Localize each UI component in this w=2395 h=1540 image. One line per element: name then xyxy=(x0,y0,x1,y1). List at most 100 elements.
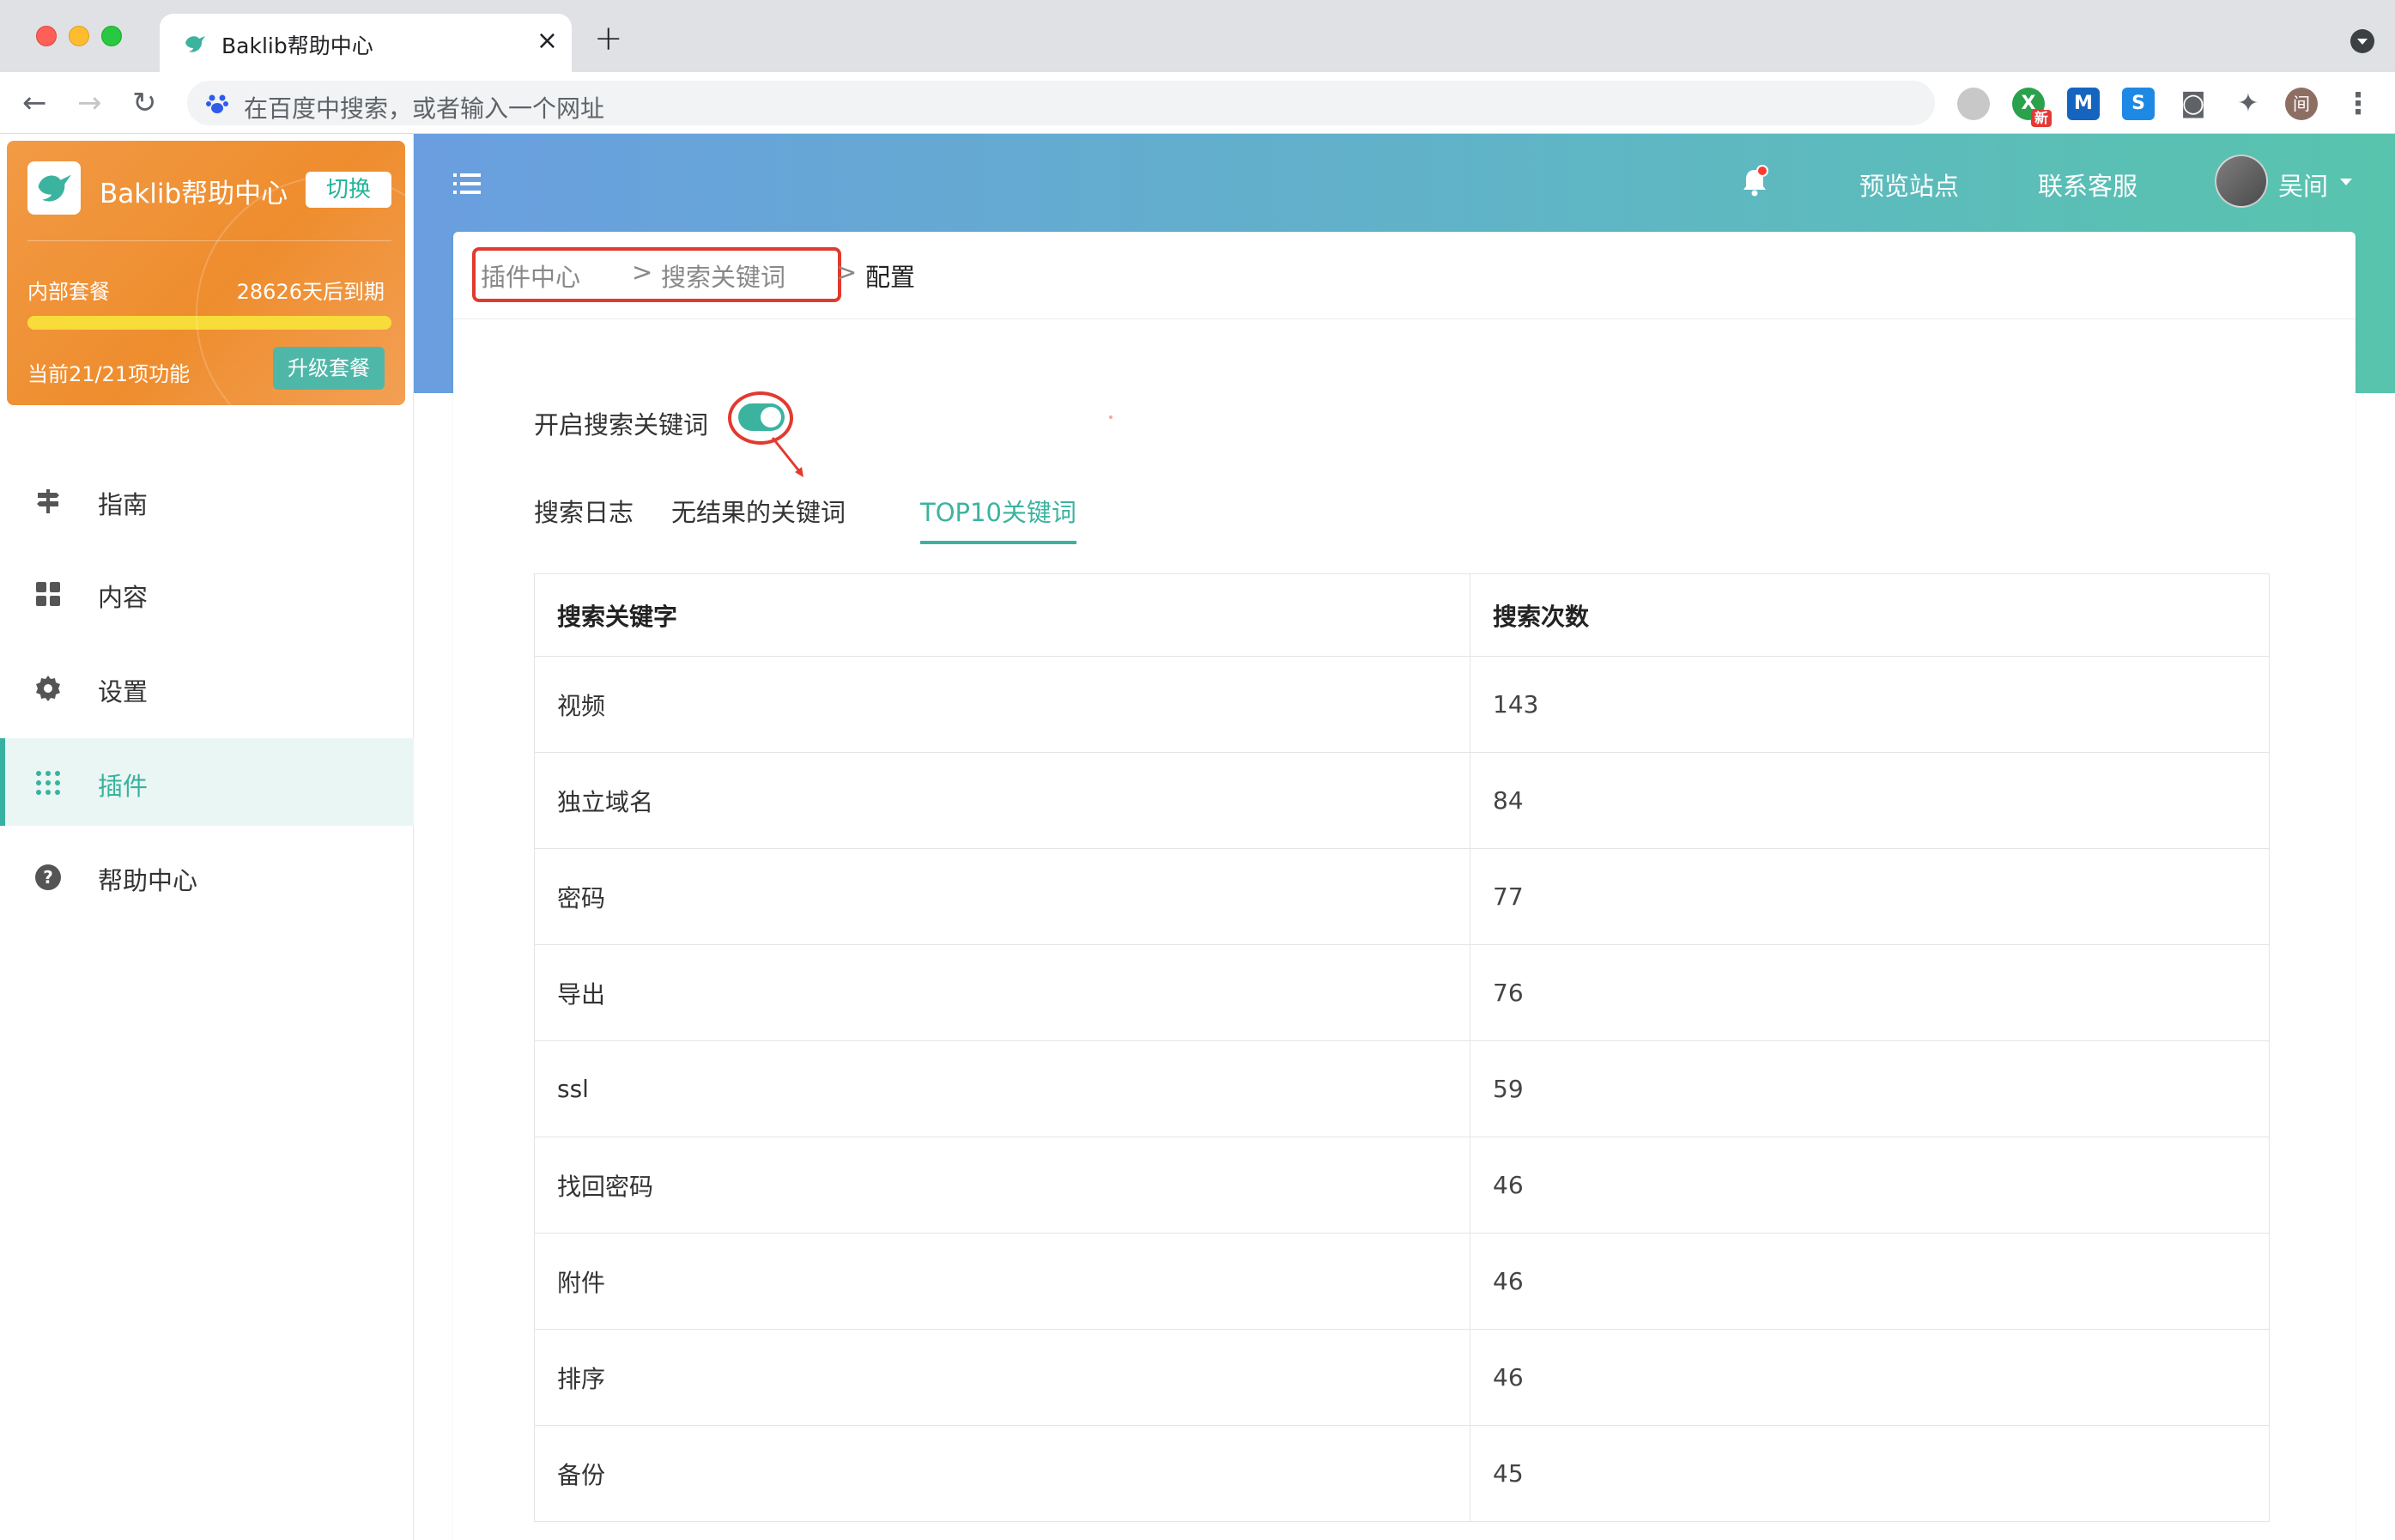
annotation-arrow-icon xyxy=(771,437,803,477)
sidebar-item-settings[interactable]: 设置 xyxy=(0,644,414,731)
plan-progress-bar xyxy=(27,316,391,330)
table-row: 密码 77 xyxy=(535,849,2269,945)
preview-site-link[interactable]: 预览站点 xyxy=(1859,167,1959,203)
question-circle-icon: ? xyxy=(35,864,61,890)
baidu-paw-icon xyxy=(206,94,228,113)
reload-icon[interactable]: ↻ xyxy=(132,86,157,120)
keyword-table: 搜索关键字 搜索次数 视频 143 独立域名 84 密码 77 导出 76 ss… xyxy=(534,573,2270,1522)
window-close-button[interactable] xyxy=(36,26,57,46)
sidebar-item-help-center[interactable]: ? 帮助中心 xyxy=(0,833,414,920)
count-cell: 77 xyxy=(1493,882,1524,911)
address-bar-placeholder: 在百度中搜索，或者输入一个网址 xyxy=(244,94,605,123)
table-row: 找回密码 46 xyxy=(535,1137,2269,1234)
tab-top10-keywords[interactable]: TOP10关键词 xyxy=(920,493,1076,544)
count-cell: 46 xyxy=(1493,1267,1524,1295)
tab-search-log[interactable]: 搜索日志 xyxy=(534,493,634,544)
contact-support-link[interactable]: 联系客服 xyxy=(2038,167,2137,203)
address-bar[interactable]: 在百度中搜索，或者输入一个网址 xyxy=(187,81,1935,125)
column-header-count: 搜索次数 xyxy=(1493,602,1590,631)
sidebar-item-plugins[interactable]: 插件 xyxy=(0,738,414,826)
breadcrumb-search-keywords[interactable]: 搜索关键词 xyxy=(661,258,785,294)
sidebar-item-content[interactable]: 内容 xyxy=(0,549,414,637)
breadcrumb: 插件中心 > 搜索关键词 > 配置 xyxy=(453,232,2356,319)
s-extension-icon[interactable]: S xyxy=(2122,88,2155,120)
count-cell: 46 xyxy=(1493,1363,1524,1391)
back-arrow-icon[interactable]: ← xyxy=(22,86,47,120)
keyword-cell: 排序 xyxy=(535,1330,1470,1425)
breadcrumb-separator: > xyxy=(632,258,653,287)
keyword-cell: 独立域名 xyxy=(535,753,1470,848)
more-menu-icon[interactable]: ⋮ xyxy=(2342,88,2374,120)
camera-extension-icon[interactable]: ◙ xyxy=(2177,88,2210,120)
switch-site-button[interactable]: 切换 xyxy=(306,172,391,208)
main-area: 预览站点 联系客服 吴间 插件中心 > 搜索关键词 > 配置 开启搜索关键词 搜… xyxy=(414,134,2395,1540)
site-name: Baklib帮助中心 xyxy=(100,179,288,209)
keyword-cell: 附件 xyxy=(535,1234,1470,1329)
browser-tab[interactable]: Baklib帮助中心 × xyxy=(160,14,572,72)
plan-expiry: 28626天后到期 xyxy=(236,280,385,304)
content-card: 插件中心 > 搜索关键词 > 配置 开启搜索关键词 搜索日志 无结果的关键词 T… xyxy=(453,232,2356,1540)
table-row: 视频 143 xyxy=(535,657,2269,753)
user-name[interactable]: 吴间 xyxy=(2278,167,2328,203)
profile-avatar[interactable]: 间 xyxy=(2285,88,2318,120)
tab-search-icon[interactable] xyxy=(2350,29,2374,53)
extension-badge: 新 xyxy=(2030,110,2052,127)
sidebar: Baklib帮助中心 切换 内部套餐 28626天后到期 当前21/21项功能 … xyxy=(0,134,414,1540)
x-extension-icon[interactable]: X新 xyxy=(2012,88,2052,127)
plan-card: Baklib帮助中心 切换 内部套餐 28626天后到期 当前21/21项功能 … xyxy=(7,141,405,405)
gear-icon xyxy=(36,676,60,701)
keyword-cell: 找回密码 xyxy=(535,1137,1470,1233)
upgrade-plan-button[interactable]: 升级套餐 xyxy=(273,347,385,390)
notification-dot xyxy=(1756,165,1768,177)
bird-logo-icon xyxy=(185,36,205,52)
new-tab-button[interactable]: + xyxy=(594,19,623,58)
table-row: 备份 45 xyxy=(535,1426,2269,1522)
globe-extension-icon[interactable] xyxy=(1957,88,1990,120)
site-logo xyxy=(27,161,81,215)
plan-features-count: 当前21/21项功能 xyxy=(27,362,191,386)
sidebar-item-label: 设置 xyxy=(98,677,149,706)
keyword-cell: 导出 xyxy=(535,945,1470,1040)
search-keyword-toggle-label: 开启搜索关键词 xyxy=(534,410,709,440)
grid-icon xyxy=(36,582,60,606)
window-maximize-button[interactable] xyxy=(101,26,122,46)
tab-no-result-keywords[interactable]: 无结果的关键词 xyxy=(671,493,846,544)
keyword-cell: 备份 xyxy=(535,1426,1470,1521)
menu-toggle-icon[interactable] xyxy=(453,172,481,196)
count-cell: 46 xyxy=(1493,1171,1524,1199)
search-keyword-toggle[interactable] xyxy=(738,403,785,431)
tab-close-icon[interactable]: × xyxy=(537,26,558,56)
breadcrumb-plugin-center[interactable]: 插件中心 xyxy=(481,258,580,294)
window-minimize-button[interactable] xyxy=(69,26,89,46)
sidebar-item-label: 指南 xyxy=(98,490,149,519)
table-row: 独立域名 84 xyxy=(535,753,2269,849)
breadcrumb-current: 配置 xyxy=(865,263,916,292)
browser-tab-title: Baklib帮助中心 xyxy=(221,33,373,58)
divider xyxy=(27,240,391,241)
sidebar-item-label: 插件 xyxy=(98,772,149,801)
sidebar-item-label: 帮助中心 xyxy=(98,866,198,895)
count-cell: 76 xyxy=(1493,979,1524,1007)
table-row: 排序 46 xyxy=(535,1330,2269,1426)
plan-name: 内部套餐 xyxy=(27,280,110,304)
count-cell: 45 xyxy=(1493,1459,1524,1488)
puzzle-extensions-icon[interactable]: ✦ xyxy=(2232,88,2265,120)
svg-text:?: ? xyxy=(43,867,53,888)
forward-arrow-icon[interactable]: → xyxy=(77,86,102,120)
keyword-cell: ssl xyxy=(535,1041,1470,1137)
m-extension-icon[interactable]: M xyxy=(2067,88,2100,120)
toggle-knob xyxy=(761,407,781,427)
sidebar-item-guide[interactable]: 指南 xyxy=(0,457,414,544)
keyword-cell: 视频 xyxy=(535,657,1470,752)
count-cell: 143 xyxy=(1493,690,1539,718)
count-cell: 84 xyxy=(1493,786,1524,815)
caret-down-icon[interactable] xyxy=(2340,179,2352,185)
user-avatar[interactable] xyxy=(2215,155,2268,208)
browser-toolbar: ← → ↻ 在百度中搜索，或者输入一个网址 X新 M S ◙ ✦ 间 ⋮ xyxy=(0,72,2395,134)
table-row: 附件 46 xyxy=(535,1234,2269,1330)
bird-logo-icon xyxy=(38,174,71,202)
column-header-keyword: 搜索关键字 xyxy=(535,574,1470,656)
table-header-row: 搜索关键字 搜索次数 xyxy=(535,574,2269,657)
browser-tab-bar: Baklib帮助中心 × + xyxy=(0,0,2395,72)
sidebar-item-label: 内容 xyxy=(98,583,149,612)
